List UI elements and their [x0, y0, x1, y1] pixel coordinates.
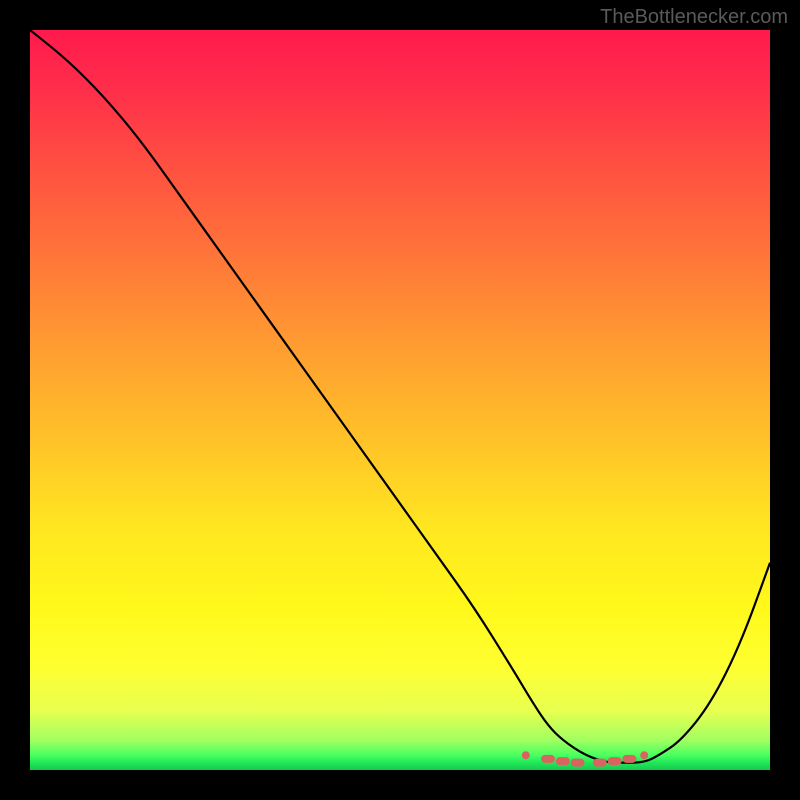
bottleneck-curve-line — [30, 30, 770, 763]
optimal-marker — [571, 759, 585, 767]
optimal-marker — [640, 751, 648, 759]
optimal-marker — [593, 759, 607, 767]
chart-plot-area — [30, 30, 770, 770]
chart-svg — [30, 30, 770, 770]
optimal-marker — [522, 751, 530, 759]
watermark-text: TheBottlenecker.com — [600, 6, 788, 29]
optimal-marker — [541, 755, 555, 763]
optimal-marker — [608, 757, 622, 765]
optimal-marker — [556, 757, 570, 765]
optimal-marker — [622, 755, 636, 763]
